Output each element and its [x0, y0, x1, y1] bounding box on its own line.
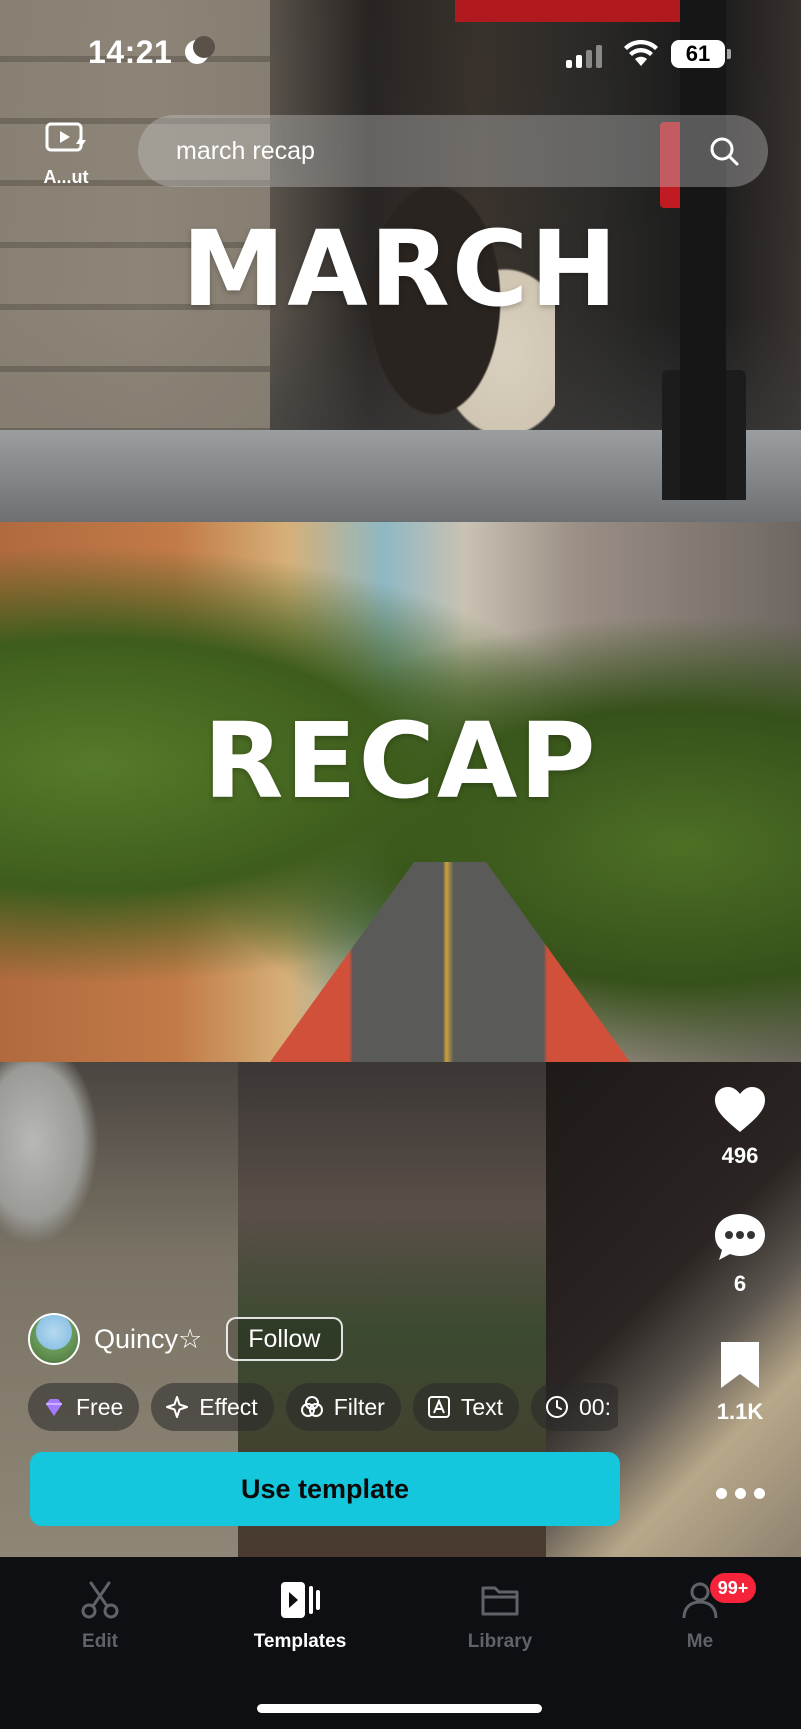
comment-icon	[715, 1214, 765, 1260]
tab-templates[interactable]: Templates	[230, 1579, 370, 1653]
feature-chips: Free Effect Filter Text 00:	[28, 1383, 618, 1431]
diamond-icon	[46, 1399, 62, 1416]
home-indicator[interactable]	[257, 1704, 542, 1713]
author-row: Quincy☆ Follow	[28, 1313, 343, 1365]
comment-count: 6	[733, 1271, 747, 1296]
status-time: 14:21	[88, 34, 173, 70]
tab-edit[interactable]: Edit	[30, 1579, 170, 1653]
notification-badge: 99+	[710, 1573, 756, 1603]
filter-icon	[300, 1396, 323, 1417]
autocut-icon	[45, 122, 86, 152]
avatar[interactable]	[28, 1313, 80, 1365]
autocut-label: A...ut	[43, 167, 89, 187]
parked-car	[0, 1062, 110, 1262]
search-bar[interactable]: march recap	[138, 115, 768, 187]
chip-free-label: Free	[76, 1393, 124, 1420]
search-icon[interactable]	[708, 135, 740, 167]
like-count: 496	[721, 1143, 759, 1168]
chip-free[interactable]: Free	[28, 1383, 140, 1431]
screen: MARCH RECAP 14:21 61 A...ut march recap …	[0, 0, 801, 1729]
tab-me-label: Me	[686, 1631, 714, 1652]
autocut-button[interactable]: A...ut	[36, 120, 96, 188]
author-name[interactable]: Quincy☆	[94, 1324, 202, 1355]
tab-me[interactable]: Me 99+	[630, 1573, 770, 1653]
tab-library-label: Library	[467, 1631, 533, 1652]
text-icon	[427, 1396, 450, 1418]
save-count: 1.1K	[716, 1399, 764, 1424]
tab-templates-label: Templates	[253, 1631, 347, 1652]
chip-duration[interactable]: 00:	[531, 1383, 618, 1431]
templates-icon	[281, 1582, 320, 1618]
video-title-line2: RECAP	[203, 700, 598, 822]
chip-filter-label: Filter	[333, 1393, 385, 1420]
store-sign	[455, 0, 705, 22]
cellular-signal-icon	[566, 44, 606, 68]
like-button[interactable]: 496	[700, 1086, 780, 1169]
chip-text[interactable]: Text	[412, 1383, 519, 1431]
more-dots-icon[interactable]	[700, 1478, 780, 1508]
video-title-line1: MARCH	[181, 208, 620, 330]
clock-icon	[546, 1396, 568, 1418]
chip-text-label: Text	[460, 1393, 503, 1420]
chip-duration-label: 00:	[579, 1393, 611, 1420]
tab-library[interactable]: Library	[430, 1579, 570, 1653]
chip-filter[interactable]: Filter	[285, 1383, 401, 1431]
comment-button[interactable]: 6	[700, 1212, 780, 1297]
avenue-road	[270, 862, 630, 1062]
do-not-disturb-moon-icon	[185, 36, 215, 64]
heart-icon	[715, 1087, 765, 1132]
chip-effect[interactable]: Effect	[151, 1383, 274, 1431]
search-input[interactable]: march recap	[176, 137, 708, 166]
sparkle-icon	[166, 1396, 189, 1418]
tab-edit-label: Edit	[82, 1631, 118, 1652]
chip-effect-label: Effect	[199, 1393, 258, 1420]
bookmark-icon	[721, 1342, 759, 1388]
follow-button[interactable]: Follow	[226, 1317, 343, 1361]
use-template-button[interactable]: Use template	[30, 1452, 620, 1526]
folder-icon	[481, 1586, 519, 1616]
wifi-icon	[624, 40, 658, 66]
scissors-icon	[81, 1581, 119, 1619]
save-button[interactable]: 1.1K	[700, 1340, 780, 1425]
battery-indicator: 61	[671, 40, 731, 68]
